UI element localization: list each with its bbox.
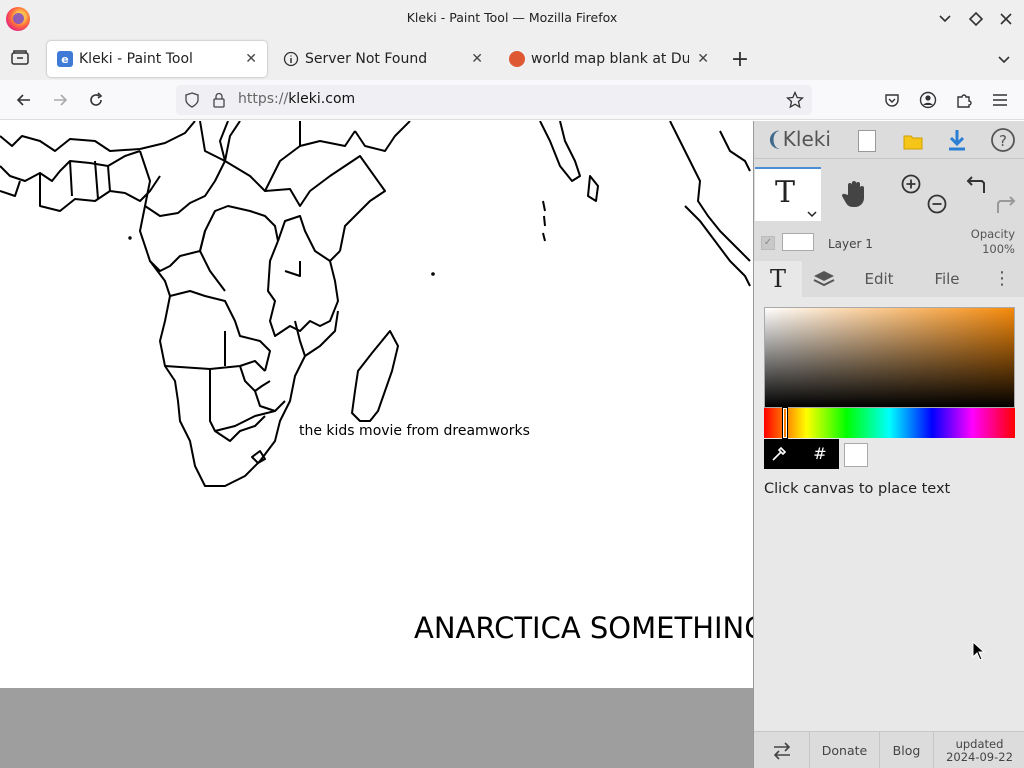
undo-icon[interactable] (966, 173, 990, 199)
tab-kleki[interactable]: e Kleki - Paint Tool ✕ (47, 41, 267, 77)
url-host: kleki.com (288, 91, 356, 107)
brand-text: Kleki (782, 127, 831, 151)
new-image-icon[interactable] (858, 130, 876, 152)
canvas-annotation-small: the kids movie from dreamworks (299, 423, 530, 439)
window-titlebar: Kleki - Paint Tool — Mozilla Firefox (0, 0, 1024, 38)
layer-thumbnail (782, 233, 814, 251)
canvas-viewport[interactable]: the kids movie from dreamworks ANARCTICA… (0, 121, 753, 768)
tab-tool-settings[interactable]: T (754, 261, 802, 297)
color-controls: # (764, 439, 839, 469)
opacity-label: Opacity (970, 227, 1015, 241)
tab-label: world map blank at Duck (531, 51, 690, 67)
tab-label: Server Not Found (305, 51, 428, 67)
extensions-icon[interactable] (950, 86, 978, 114)
hue-slider-handle[interactable] (782, 407, 788, 439)
more-options-icon[interactable]: ⋮ (990, 261, 1014, 297)
info-icon (283, 51, 299, 67)
color-saturation-value-picker[interactable] (764, 307, 1015, 408)
navigation-bar: https://kleki.com (0, 80, 1024, 120)
kleki-icon: e (57, 51, 73, 67)
url-text[interactable]: https://kleki.com (238, 91, 355, 107)
lock-icon[interactable] (212, 92, 226, 112)
tab-edit[interactable]: Edit (854, 261, 904, 297)
back-icon[interactable] (10, 86, 38, 114)
tab-server-not-found[interactable]: Server Not Found ✕ (273, 41, 493, 77)
updated-info: updated 2024-09-22 (934, 732, 1024, 768)
blog-link[interactable]: Blog (880, 732, 934, 768)
tab-label: Kleki - Paint Tool (79, 51, 193, 67)
hex-input-button[interactable]: # (801, 439, 839, 469)
swap-side-icon[interactable] (754, 732, 810, 768)
firefox-view-icon[interactable] (6, 44, 34, 72)
url-scheme: https:// (238, 91, 289, 107)
zoom-out-icon[interactable] (926, 193, 948, 219)
updated-date: 2024-09-22 (946, 750, 1013, 764)
donate-link[interactable]: Donate (810, 732, 880, 768)
layer-name: Layer 1 (828, 237, 873, 251)
layers-icon (813, 271, 835, 287)
list-all-tabs-icon[interactable] (990, 45, 1018, 73)
close-tab-icon[interactable]: ✕ (697, 51, 709, 67)
kleki-logo[interactable]: ❨Kleki (766, 127, 831, 151)
zoom-in-icon[interactable] (900, 173, 922, 199)
minimize-icon[interactable] (935, 9, 955, 29)
chevron-down-icon[interactable] (807, 203, 817, 222)
pocket-icon[interactable] (878, 86, 906, 114)
updated-label: updated (955, 737, 1004, 751)
text-tool-icon: T (769, 265, 786, 293)
eyedropper-icon[interactable] (770, 445, 788, 467)
panel-footer: Donate Blog updated 2024-09-22 (754, 731, 1024, 768)
kleki-side-panel: ❨Kleki ? T ✓ Layer 1 Opacity 100% T Edit… (753, 121, 1024, 768)
save-download-icon[interactable] (946, 128, 968, 156)
tool-settings-panel: # Click canvas to place text (754, 297, 1024, 731)
panel-tabs: T Edit File ⋮ (754, 261, 1024, 297)
forward-icon[interactable] (46, 86, 74, 114)
window-title: Kleki - Paint Tool — Mozilla Firefox (406, 10, 618, 25)
address-bar[interactable]: https://kleki.com (176, 85, 812, 115)
world-map-drawing (0, 121, 751, 487)
open-folder-icon[interactable] (902, 130, 924, 156)
layer-visibility-checkbox[interactable]: ✓ (761, 236, 775, 250)
layer-opacity: Opacity 100% (971, 227, 1015, 257)
duckduckgo-icon (509, 51, 525, 67)
help-icon[interactable]: ? (990, 127, 1016, 157)
close-tab-icon[interactable]: ✕ (471, 51, 483, 67)
tab-file[interactable]: File (924, 261, 970, 297)
maximize-icon[interactable] (966, 9, 986, 29)
account-icon[interactable] (914, 86, 942, 114)
tab-layers[interactable] (804, 261, 844, 297)
close-window-icon[interactable] (996, 9, 1016, 29)
mouse-cursor-icon (972, 640, 986, 665)
canvas-annotation-large: ANARCTICA SOMETHING (414, 611, 753, 645)
new-tab-icon[interactable]: + (726, 45, 754, 73)
layer-row[interactable]: ✓ Layer 1 Opacity 100% (754, 225, 1024, 261)
reload-icon[interactable] (82, 86, 110, 114)
screen: Kleki - Paint Tool — Mozilla Firefox e K… (0, 0, 1024, 768)
text-tool-icon: T (775, 175, 796, 210)
svg-text:?: ? (999, 132, 1007, 150)
app-menu-icon[interactable] (986, 86, 1014, 114)
tracking-protection-icon[interactable] (184, 92, 200, 112)
hue-slider[interactable] (764, 407, 1015, 439)
opacity-value: 100% (982, 242, 1015, 256)
bookmark-star-icon[interactable] (785, 90, 805, 113)
tool-row: T (754, 165, 1024, 221)
close-tab-icon[interactable]: ✕ (245, 51, 257, 67)
tab-strip: e Kleki - Paint Tool ✕ Server Not Found … (0, 38, 1024, 80)
drawing-canvas[interactable]: the kids movie from dreamworks ANARCTICA… (0, 121, 753, 688)
text-tool-button[interactable]: T (755, 167, 821, 221)
tab-duckduckgo[interactable]: world map blank at Duck ✕ (499, 41, 719, 77)
panel-header: ❨Kleki ? (754, 121, 1024, 159)
tool-hint: Click canvas to place text (764, 481, 951, 497)
secondary-color-swatch[interactable] (844, 443, 868, 467)
hand-tool-icon[interactable] (840, 179, 868, 213)
redo-icon[interactable] (992, 193, 1016, 219)
